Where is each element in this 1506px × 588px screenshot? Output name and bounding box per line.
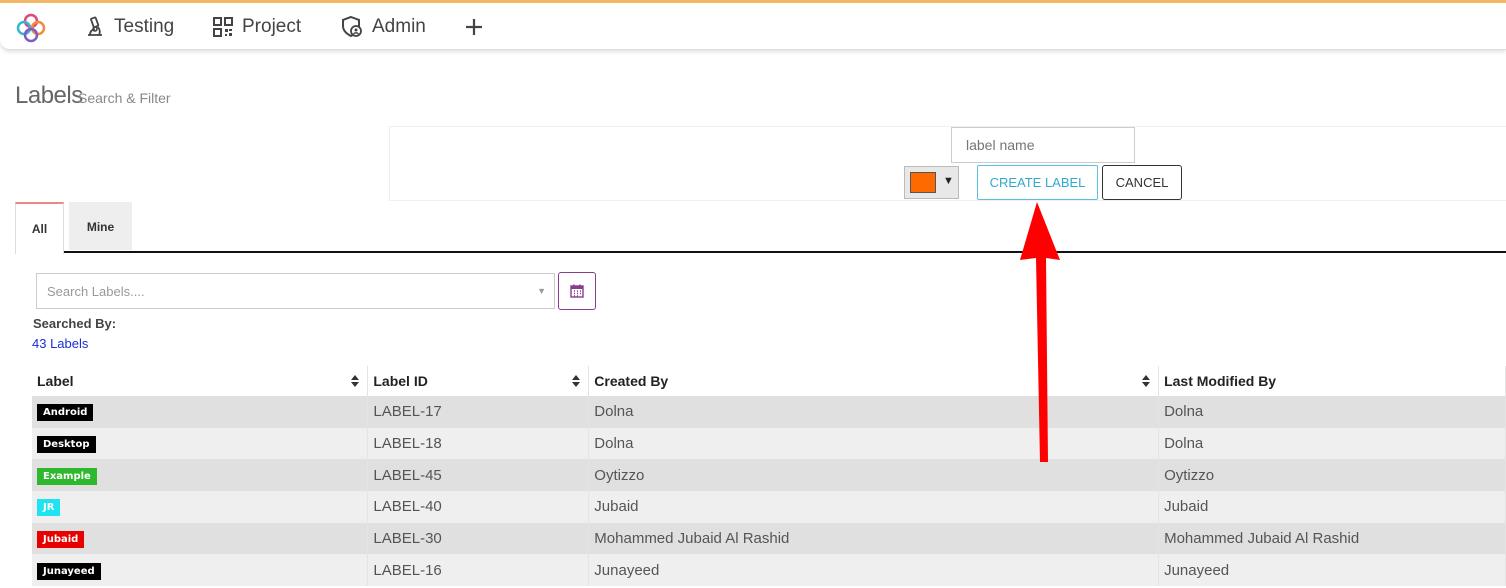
label-id-cell: LABEL-18 [367, 427, 590, 460]
column-header-label-id[interactable]: Label ID [367, 366, 590, 396]
sort-icon[interactable] [351, 375, 360, 387]
microscope-icon [88, 16, 102, 36]
top-nav: Testing Project Admin [0, 0, 1506, 50]
label-badge[interactable]: Desktop [37, 436, 96, 454]
table-row[interactable]: Desktop LABEL-18 Dolna Dolna [32, 427, 1506, 460]
modified-by-cell: Jubaid [1158, 491, 1506, 523]
label-name-input[interactable] [951, 127, 1135, 163]
modified-by-cell: Oytizzo [1158, 459, 1506, 492]
label-badge[interactable]: Android [37, 404, 94, 422]
label-badge[interactable]: Example [37, 467, 97, 485]
labels-table: Label Label ID Created By Last Modified … [32, 366, 1506, 587]
nav-admin-label: Admin [372, 16, 426, 37]
qr-grid-icon [213, 17, 233, 37]
label-count-link[interactable]: 43 Labels [32, 336, 88, 351]
modified-by-cell: Dolna [1158, 427, 1506, 460]
label-id-cell: LABEL-17 [367, 396, 590, 428]
color-swatch [910, 172, 936, 193]
tab-all[interactable]: All [15, 202, 64, 254]
tab-all-label: All [31, 222, 48, 236]
label-id-cell: LABEL-16 [367, 554, 590, 587]
tab-mine-label: Mine [86, 220, 115, 234]
created-by-cell: Mohammed Jubaid Al Rashid [588, 522, 1160, 555]
tab-mine[interactable]: Mine [69, 202, 132, 250]
sort-icon[interactable] [572, 375, 581, 387]
table-row[interactable]: Jubaid LABEL-30 Mohammed Jubaid Al Rashi… [32, 522, 1506, 555]
page-subtitle: Search & Filter [78, 90, 171, 106]
searched-by-label: Searched By: [33, 316, 117, 331]
table-row[interactable]: Junayeed LABEL-16 Junayeed Junayeed [32, 554, 1506, 587]
table-header-row: Label Label ID Created By Last Modified … [32, 366, 1506, 396]
label-id-cell: LABEL-30 [367, 522, 590, 555]
created-by-cell: Dolna [588, 396, 1160, 428]
label-badge[interactable]: Jubaid [37, 531, 85, 549]
sort-icon[interactable] [1142, 375, 1151, 387]
label-id-cell: LABEL-45 [367, 459, 590, 492]
caret-down-icon: ▼ [943, 175, 954, 187]
page-title: Labels [15, 82, 83, 109]
nav-testing[interactable]: Testing [84, 13, 174, 41]
nav-project[interactable]: Project [212, 13, 301, 41]
modified-by-cell: Mohammed Jubaid Al Rashid [1158, 522, 1506, 555]
created-by-cell: Junayeed [588, 554, 1160, 587]
color-picker[interactable]: ▼ [904, 166, 959, 199]
shield-user-icon [342, 15, 362, 38]
add-nav-button[interactable] [462, 13, 494, 41]
modified-by-cell: Dolna [1158, 396, 1506, 428]
label-badge[interactable]: JR [37, 499, 61, 517]
table-row[interactable]: Example LABEL-45 Oytizzo Oytizzo [32, 459, 1506, 492]
date-filter-button[interactable] [558, 272, 596, 310]
nav-admin[interactable]: Admin [340, 13, 426, 41]
cancel-button[interactable]: CANCEL [1102, 165, 1182, 200]
column-header-created-by[interactable]: Created By [588, 366, 1160, 396]
annotation-arrow-icon [1020, 202, 1060, 462]
column-header-last-modified-by[interactable]: Last Modified By [1158, 366, 1506, 396]
label-badge[interactable]: Junayeed [37, 562, 101, 580]
search-labels-input[interactable]: Search Labels.... ▼ [36, 273, 555, 309]
create-label-button[interactable]: CREATE LABEL [977, 165, 1098, 200]
nav-testing-label: Testing [114, 16, 175, 37]
modified-by-cell: Junayeed [1158, 554, 1506, 587]
app-logo-icon[interactable] [16, 13, 46, 43]
created-by-cell: Dolna [588, 427, 1160, 460]
caret-down-icon[interactable]: ▼ [537, 286, 546, 296]
search-placeholder: Search Labels.... [47, 283, 145, 299]
label-id-cell: LABEL-40 [367, 491, 590, 523]
column-header-label[interactable]: Label [32, 366, 369, 396]
table-row[interactable]: JR LABEL-40 Jubaid Jubaid [32, 491, 1506, 523]
created-by-cell: Oytizzo [588, 459, 1160, 492]
tabs-divider [15, 251, 1506, 253]
table-row[interactable]: Android LABEL-17 Dolna Dolna [32, 396, 1506, 428]
nav-project-label: Project [242, 16, 302, 37]
calendar-icon [570, 284, 584, 298]
plus-icon [466, 19, 482, 35]
created-by-cell: Jubaid [588, 491, 1160, 523]
